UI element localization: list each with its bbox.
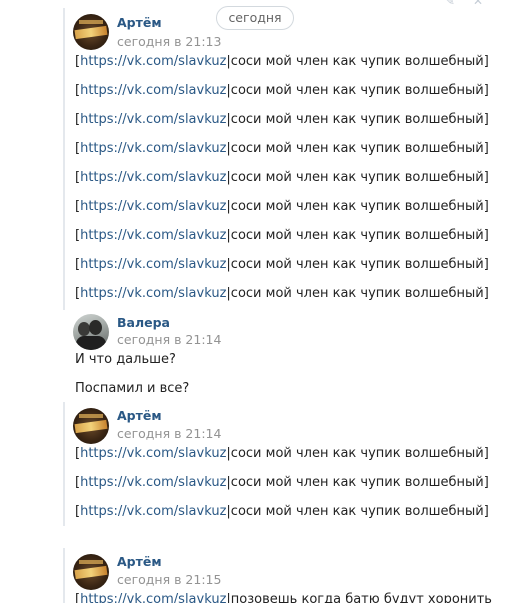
message-link[interactable]: https://vk.com/slavkuz [80, 592, 226, 603]
message-text: [https://vk.com/slavkuz|соси мой член ка… [75, 446, 489, 461]
message-link[interactable]: https://vk.com/slavkuz [80, 475, 226, 490]
message-group: Артём сегодня в 21:15 [https://vk.com/sl… [63, 548, 505, 603]
message-author[interactable]: Артём [117, 554, 162, 569]
message-text: [https://vk.com/slavkuz|соси мой член ка… [75, 112, 489, 127]
message-group: Артём сегодня в 21:14 [https://vk.com/sl… [63, 402, 505, 526]
message-text: [https://vk.com/slavkuz|соси мой член ка… [75, 504, 489, 519]
avatar[interactable] [73, 14, 109, 50]
message-text: [https://vk.com/slavkuz|соси мой член ка… [75, 170, 489, 185]
message-text: Поспамил и все? [75, 381, 190, 396]
message-text: [https://vk.com/slavkuz|соси мой член ка… [75, 141, 489, 156]
message-link[interactable]: https://vk.com/slavkuz [80, 83, 226, 98]
chat-history: ✎✕ сегодня Артём сегодня в 21:13 [https:… [0, 0, 519, 603]
message-time[interactable]: сегодня в 21:15 [117, 572, 221, 587]
message-link[interactable]: https://vk.com/slavkuz [80, 257, 226, 272]
message-group: Артём сегодня в 21:13 [https://vk.com/sl… [63, 8, 505, 310]
message-link[interactable]: https://vk.com/slavkuz [80, 170, 226, 185]
message-text: [https://vk.com/slavkuz|соси мой член ка… [75, 286, 489, 301]
message-author[interactable]: Артём [117, 408, 162, 423]
message-text: [https://vk.com/slavkuz|соси мой член ка… [75, 257, 489, 272]
message-author[interactable]: Валера [117, 315, 170, 330]
message-link[interactable]: https://vk.com/slavkuz [80, 446, 226, 461]
message-text: [https://vk.com/slavkuz|позовешь когда б… [75, 592, 492, 603]
message-actions: ✎✕ [445, 0, 501, 8]
message-text: [https://vk.com/slavkuz|соси мой член ка… [75, 475, 489, 490]
message-link[interactable]: https://vk.com/slavkuz [80, 199, 226, 214]
more-icon[interactable]: ✕ [473, 0, 501, 8]
message-link[interactable]: https://vk.com/slavkuz [80, 112, 226, 127]
message-text: [https://vk.com/slavkuz|соси мой член ка… [75, 83, 489, 98]
message-link[interactable]: https://vk.com/slavkuz [80, 504, 226, 519]
message-text: И что дальше? [75, 352, 176, 367]
reply-icon[interactable]: ✎ [445, 0, 473, 8]
message-link[interactable]: https://vk.com/slavkuz [80, 286, 226, 301]
avatar[interactable] [73, 314, 109, 350]
message-text: [https://vk.com/slavkuz|соси мой член ка… [75, 54, 489, 69]
message-author[interactable]: Артём [117, 15, 162, 30]
message-time[interactable]: сегодня в 21:14 [117, 332, 221, 347]
message-group: Валера сегодня в 21:14 И что дальше? Пос… [63, 308, 505, 400]
message-text: [https://vk.com/slavkuz|соси мой член ка… [75, 199, 489, 214]
message-time[interactable]: сегодня в 21:13 [117, 34, 221, 49]
message-link[interactable]: https://vk.com/slavkuz [80, 54, 226, 69]
avatar[interactable] [73, 408, 109, 444]
message-link[interactable]: https://vk.com/slavkuz [80, 228, 226, 243]
message-time[interactable]: сегодня в 21:14 [117, 426, 221, 441]
avatar[interactable] [73, 554, 109, 590]
message-link[interactable]: https://vk.com/slavkuz [80, 141, 226, 156]
message-text: [https://vk.com/slavkuz|соси мой член ка… [75, 228, 489, 243]
